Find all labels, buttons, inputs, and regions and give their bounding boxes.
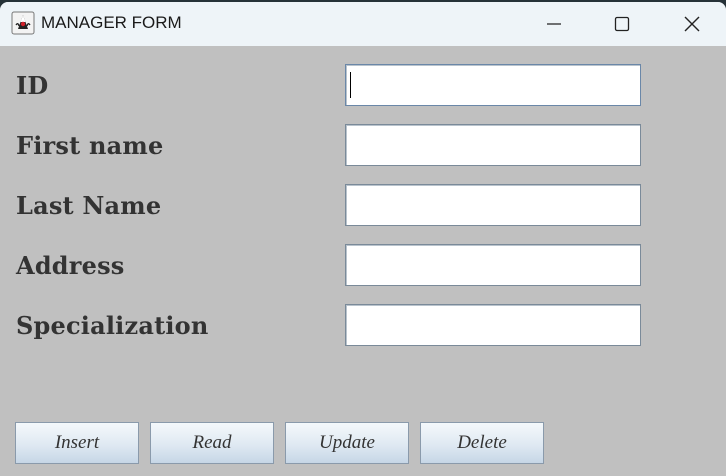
last-name-label: Last Name	[16, 191, 162, 220]
id-field[interactable]	[345, 64, 641, 106]
insert-button[interactable]: Insert	[15, 422, 139, 464]
text-caret	[350, 72, 351, 98]
close-icon	[684, 16, 700, 32]
minimize-button[interactable]	[520, 2, 588, 46]
manager-form-window: MANAGER FORM ID First name Last Name Add…	[0, 2, 726, 476]
java-duke-icon	[11, 11, 35, 35]
close-button[interactable]	[658, 2, 726, 46]
update-button[interactable]: Update	[285, 422, 409, 464]
id-label: ID	[16, 71, 49, 100]
maximize-icon	[614, 16, 630, 32]
minimize-icon	[547, 23, 561, 25]
form-panel: ID First name Last Name Address Speciali…	[0, 46, 726, 476]
specialization-label: Specialization	[16, 311, 209, 340]
first-name-label: First name	[16, 131, 164, 160]
address-label: Address	[16, 251, 125, 280]
read-button[interactable]: Read	[150, 422, 274, 464]
last-name-field[interactable]	[345, 184, 641, 226]
window-title: MANAGER FORM	[41, 13, 182, 32]
first-name-field[interactable]	[345, 124, 641, 166]
title-bar[interactable]: MANAGER FORM	[0, 2, 726, 46]
specialization-field[interactable]	[345, 304, 641, 346]
address-field[interactable]	[345, 244, 641, 286]
maximize-button[interactable]	[588, 2, 656, 46]
delete-button[interactable]: Delete	[420, 422, 544, 464]
